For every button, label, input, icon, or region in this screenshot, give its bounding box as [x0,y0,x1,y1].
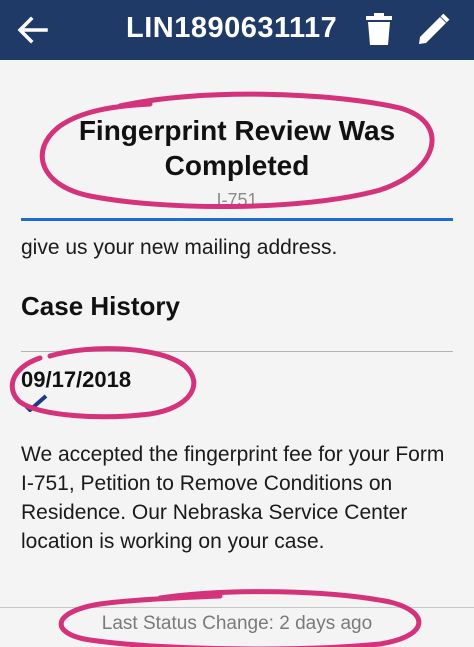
back-button[interactable] [14,12,50,48]
delete-button[interactable] [362,10,396,48]
edit-button[interactable] [413,10,453,50]
pencil-icon [419,13,450,44]
history-entry-date: 09/17/2018 [21,367,132,392]
checkmark-icon [22,394,48,412]
history-entry-text: We accepted the fingerprint fee for your… [21,443,445,553]
case-status-screen: LIN1890631117 Fingerprint Review Was Com… [0,0,474,647]
footer-divider [0,607,474,608]
trash-icon [366,13,392,45]
back-arrow-icon [17,16,48,44]
status-divider [21,218,453,221]
case-status-title: Fingerprint Review Was Completed [78,115,396,181]
history-divider [21,351,453,352]
status-description: give us your new mailing address. [21,236,338,259]
last-status-change: Last Status Change: 2 days ago [101,613,373,634]
case-history-heading: Case History [21,291,180,321]
form-type-label: I-751 [216,190,258,210]
top-app-bar: LIN1890631117 [0,0,474,60]
case-number-title: LIN1890631117 [126,12,338,44]
